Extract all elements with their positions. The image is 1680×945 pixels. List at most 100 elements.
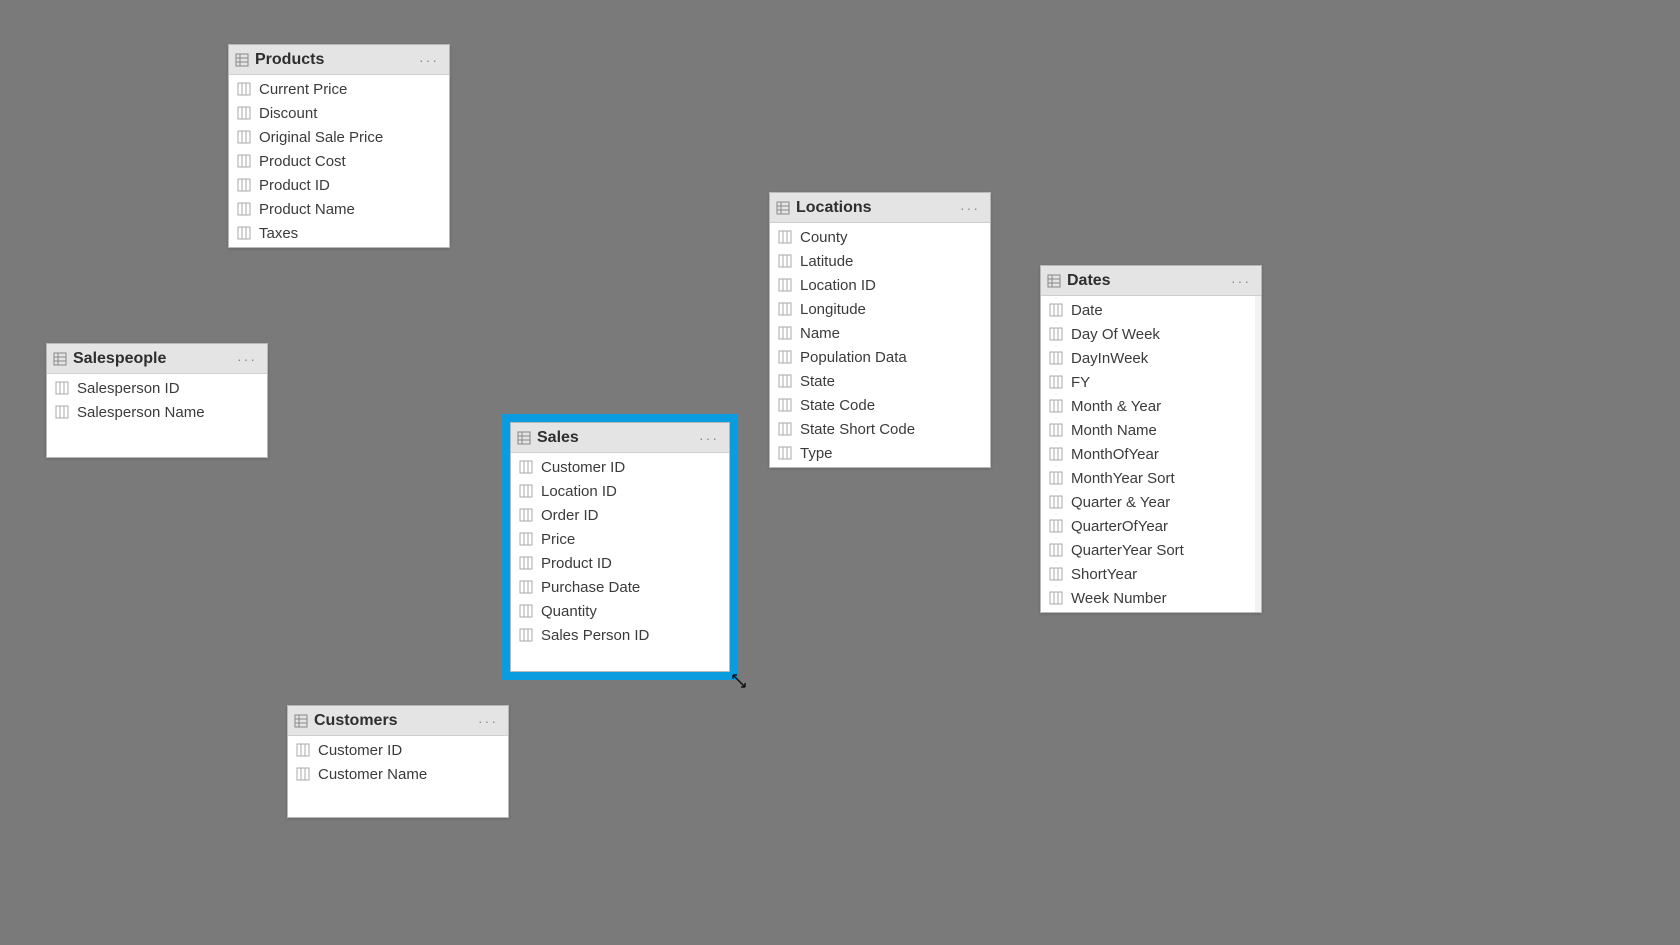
table-more-button-salespeople[interactable]: ··· bbox=[233, 352, 261, 366]
table-header-customers[interactable]: Customers ··· bbox=[288, 706, 508, 736]
column-icon bbox=[237, 178, 251, 192]
field-dates-8[interactable]: Quarter & Year bbox=[1041, 490, 1261, 514]
field-products-4[interactable]: Product ID bbox=[229, 173, 449, 197]
table-more-button-products[interactable]: ··· bbox=[415, 53, 443, 67]
field-sales-3[interactable]: Price bbox=[511, 527, 729, 551]
field-sales-5[interactable]: Purchase Date bbox=[511, 575, 729, 599]
field-label: Month Name bbox=[1071, 422, 1157, 439]
field-dates-10[interactable]: QuarterYear Sort bbox=[1041, 538, 1261, 562]
field-label: FY bbox=[1071, 374, 1090, 391]
field-locations-7[interactable]: State Code bbox=[770, 393, 990, 417]
table-more-button-dates[interactable]: ··· bbox=[1227, 274, 1255, 288]
field-locations-3[interactable]: Longitude bbox=[770, 297, 990, 321]
field-label: Product ID bbox=[541, 555, 612, 572]
table-title-locations: Locations bbox=[796, 199, 956, 217]
field-label: Type bbox=[800, 445, 833, 462]
table-header-locations[interactable]: Locations ··· bbox=[770, 193, 990, 223]
table-more-button-sales[interactable]: ··· bbox=[695, 431, 723, 445]
column-icon bbox=[296, 743, 310, 757]
field-dates-12[interactable]: Week Number bbox=[1041, 586, 1261, 610]
field-salespeople-0[interactable]: Salesperson ID bbox=[47, 376, 267, 400]
table-customers[interactable]: Customers ··· Customer ID Customer Name bbox=[287, 705, 509, 818]
field-dates-0[interactable]: Date bbox=[1041, 298, 1261, 322]
field-label: Day Of Week bbox=[1071, 326, 1160, 343]
field-dates-11[interactable]: ShortYear bbox=[1041, 562, 1261, 586]
column-icon bbox=[1049, 375, 1063, 389]
table-header-dates[interactable]: Dates ··· bbox=[1041, 266, 1261, 296]
scrollbar[interactable] bbox=[1255, 296, 1261, 612]
column-icon bbox=[1049, 495, 1063, 509]
field-sales-2[interactable]: Order ID bbox=[511, 503, 729, 527]
field-label: Longitude bbox=[800, 301, 866, 318]
field-label: Current Price bbox=[259, 81, 347, 98]
table-more-button-locations[interactable]: ··· bbox=[956, 201, 984, 215]
table-title-salespeople: Salespeople bbox=[73, 350, 233, 368]
model-canvas[interactable]: Products ··· Current Price Discount Orig… bbox=[0, 0, 1680, 945]
column-icon bbox=[778, 446, 792, 460]
field-products-6[interactable]: Taxes bbox=[229, 221, 449, 245]
field-products-5[interactable]: Product Name bbox=[229, 197, 449, 221]
field-sales-0[interactable]: Customer ID bbox=[511, 455, 729, 479]
table-sales[interactable]: Sales ··· Customer ID Location ID Order … bbox=[510, 422, 730, 672]
column-icon bbox=[55, 381, 69, 395]
field-label: Date bbox=[1071, 302, 1103, 319]
field-salespeople-1[interactable]: Salesperson Name bbox=[47, 400, 267, 424]
table-dates[interactable]: Dates ··· Date Day Of Week DayInWeek FY … bbox=[1040, 265, 1262, 613]
table-header-salespeople[interactable]: Salespeople ··· bbox=[47, 344, 267, 374]
field-locations-9[interactable]: Type bbox=[770, 441, 990, 465]
field-dates-6[interactable]: MonthOfYear bbox=[1041, 442, 1261, 466]
field-dates-9[interactable]: QuarterOfYear bbox=[1041, 514, 1261, 538]
table-header-products[interactable]: Products ··· bbox=[229, 45, 449, 75]
field-products-1[interactable]: Discount bbox=[229, 101, 449, 125]
field-locations-0[interactable]: County bbox=[770, 225, 990, 249]
field-label: County bbox=[800, 229, 848, 246]
table-header-sales[interactable]: Sales ··· bbox=[511, 423, 729, 453]
field-customers-1[interactable]: Customer Name bbox=[288, 762, 508, 786]
table-salespeople[interactable]: Salespeople ··· Salesperson ID Salespers… bbox=[46, 343, 268, 458]
column-icon bbox=[778, 302, 792, 316]
field-locations-1[interactable]: Latitude bbox=[770, 249, 990, 273]
column-icon bbox=[237, 106, 251, 120]
table-locations[interactable]: Locations ··· County Latitude Location I… bbox=[769, 192, 991, 468]
field-products-2[interactable]: Original Sale Price bbox=[229, 125, 449, 149]
table-body-locations: County Latitude Location ID Longitude Na… bbox=[770, 223, 990, 467]
field-locations-4[interactable]: Name bbox=[770, 321, 990, 345]
field-dates-4[interactable]: Month & Year bbox=[1041, 394, 1261, 418]
field-dates-1[interactable]: Day Of Week bbox=[1041, 322, 1261, 346]
field-dates-3[interactable]: FY bbox=[1041, 370, 1261, 394]
resize-handle[interactable] bbox=[984, 461, 994, 471]
field-products-0[interactable]: Current Price bbox=[229, 77, 449, 101]
table-products[interactable]: Products ··· Current Price Discount Orig… bbox=[228, 44, 450, 248]
column-icon bbox=[1049, 567, 1063, 581]
column-icon bbox=[237, 82, 251, 96]
field-label: State bbox=[800, 373, 835, 390]
field-sales-4[interactable]: Product ID bbox=[511, 551, 729, 575]
column-icon bbox=[778, 374, 792, 388]
field-locations-5[interactable]: Population Data bbox=[770, 345, 990, 369]
field-customers-0[interactable]: Customer ID bbox=[288, 738, 508, 762]
field-sales-1[interactable]: Location ID bbox=[511, 479, 729, 503]
resize-handle[interactable] bbox=[261, 451, 271, 461]
field-locations-2[interactable]: Location ID bbox=[770, 273, 990, 297]
resize-handle[interactable] bbox=[723, 665, 733, 675]
field-label: Price bbox=[541, 531, 575, 548]
resize-handle[interactable] bbox=[502, 811, 512, 821]
field-sales-6[interactable]: Quantity bbox=[511, 599, 729, 623]
field-products-3[interactable]: Product Cost bbox=[229, 149, 449, 173]
field-label: Month & Year bbox=[1071, 398, 1161, 415]
field-label: QuarterOfYear bbox=[1071, 518, 1168, 535]
field-label: MonthOfYear bbox=[1071, 446, 1159, 463]
field-dates-7[interactable]: MonthYear Sort bbox=[1041, 466, 1261, 490]
column-icon bbox=[237, 226, 251, 240]
resize-handle[interactable] bbox=[443, 241, 453, 251]
field-locations-8[interactable]: State Short Code bbox=[770, 417, 990, 441]
field-sales-7[interactable]: Sales Person ID bbox=[511, 623, 729, 647]
table-icon bbox=[294, 714, 308, 728]
resize-handle[interactable] bbox=[1255, 606, 1265, 616]
field-dates-2[interactable]: DayInWeek bbox=[1041, 346, 1261, 370]
table-title-products: Products bbox=[255, 51, 415, 69]
table-more-button-customers[interactable]: ··· bbox=[474, 714, 502, 728]
field-label: Salesperson ID bbox=[77, 380, 180, 397]
field-dates-5[interactable]: Month Name bbox=[1041, 418, 1261, 442]
field-locations-6[interactable]: State bbox=[770, 369, 990, 393]
